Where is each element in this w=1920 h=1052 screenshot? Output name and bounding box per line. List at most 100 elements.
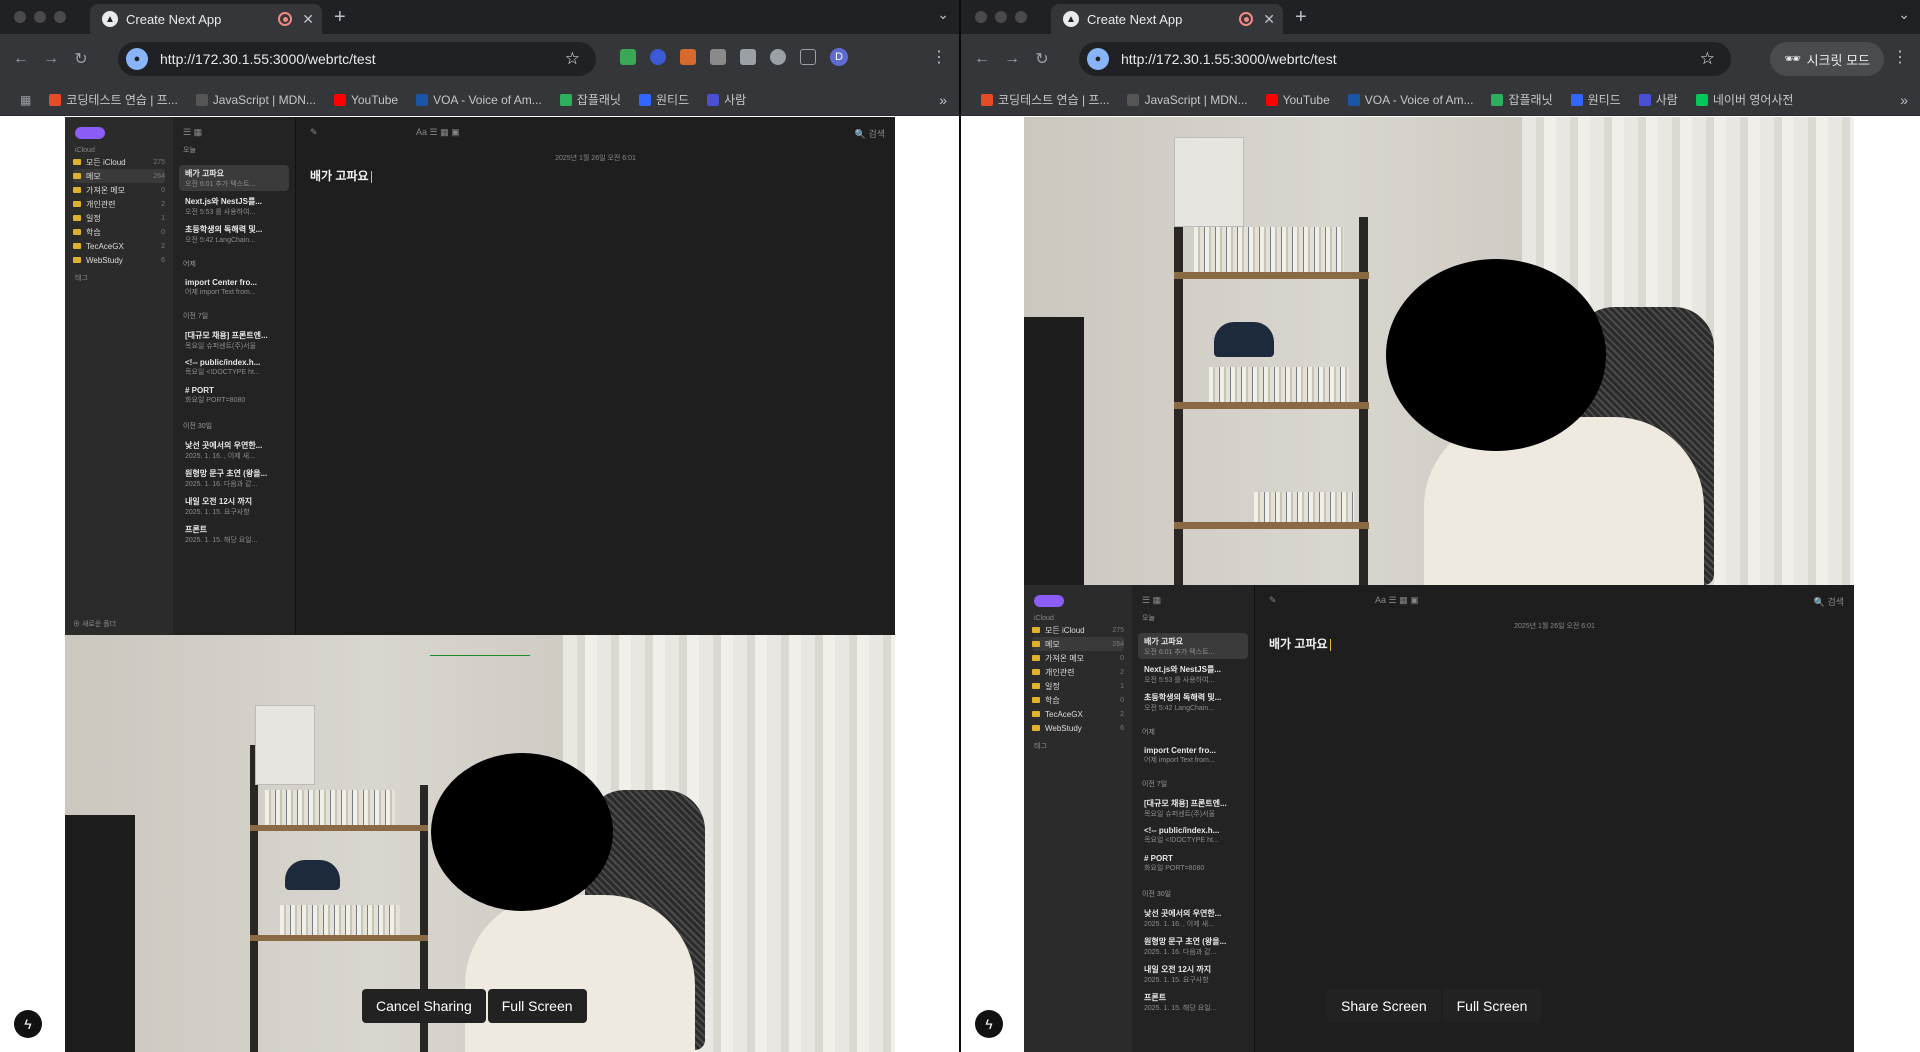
bookmark-item[interactable]: 코딩테스트 연습 | 프... — [49, 91, 178, 108]
notes-section-header: 어제 — [1142, 729, 1155, 736]
search-icon: 🔍 검색 — [1813, 597, 1844, 607]
bookmark-item[interactable]: YouTube — [333, 93, 398, 107]
apps-grid-icon[interactable]: ▦ — [20, 93, 31, 107]
incognito-label: 시크릿 모드 — [1806, 52, 1870, 68]
note-item-snippet: 오전 6:01 추가 텍스트... — [1144, 649, 1215, 656]
bookmark-item[interactable]: VOA - Voice of Am... — [416, 93, 542, 107]
extension-icon[interactable] — [710, 49, 726, 65]
full-screen-button[interactable]: Full Screen — [487, 989, 587, 1023]
profile-avatar[interactable]: D — [830, 48, 848, 66]
note-editor: ✎ Aa ☰ ▦ ▣ 🔍 검색 2025년 1월 26일 오전 6:01 배가 … — [1255, 585, 1854, 1052]
puzzle-icon[interactable] — [800, 49, 816, 65]
bookmark-item[interactable]: JavaScript | MDN... — [195, 92, 316, 107]
note-item-title: 배가 고파요 — [185, 169, 225, 178]
bookmark-item[interactable]: 원티드 — [1570, 91, 1621, 108]
bookmark-item[interactable]: 원티드 — [638, 91, 690, 108]
extension-icon[interactable] — [620, 49, 636, 65]
address-bar[interactable]: ● http://172.30.1.55:3000/webrtc/test ☆ — [1079, 42, 1731, 76]
folder-count: 0 — [1120, 654, 1124, 662]
folder-icon — [1032, 669, 1040, 675]
menu-icon[interactable]: ⋮ — [931, 47, 947, 67]
extension-icon[interactable] — [650, 49, 666, 65]
back-icon[interactable]: ← — [967, 50, 997, 68]
bookmark-item[interactable]: 네이버 영어사전 — [1695, 91, 1794, 108]
note-item-snippet: 오전 5:42 LangChain... — [1144, 705, 1215, 712]
tab-strip: ▲ Create Next App ✕ + ⌄ — [0, 0, 959, 34]
window-controls[interactable] — [14, 11, 66, 23]
forward-icon[interactable]: → — [36, 50, 66, 68]
note-item-title: 프론트 — [1144, 993, 1167, 1002]
folder-item: 가져온 메모 0 — [1032, 651, 1124, 665]
more-bookmarks-icon[interactable]: » — [939, 92, 947, 108]
bookmark-item[interactable]: 코딩테스트 연습 | 프... — [981, 91, 1109, 108]
icloud-header: iCloud — [1034, 615, 1054, 622]
note-item-snippet: 오전 5:42 LangChain... — [185, 237, 256, 244]
camera-icon[interactable]: ● — [1087, 48, 1109, 70]
folder-name: 일정 — [86, 213, 101, 223]
folder-count: 6 — [1120, 724, 1124, 732]
note-item-title: 내일 오전 12시 까지 — [185, 497, 253, 506]
close-tab-icon[interactable]: ✕ — [302, 11, 314, 28]
folder-name: 가져온 메모 — [86, 185, 126, 195]
note-item-title: 낯선 곳에서의 우연한... — [185, 441, 263, 450]
close-tab-icon[interactable]: ✕ — [1263, 11, 1275, 28]
extension-icon[interactable] — [680, 49, 696, 65]
bookmark-item[interactable]: JavaScript | MDN... — [1127, 93, 1248, 107]
menu-icon[interactable]: ⋮ — [1892, 47, 1908, 67]
notes-section-header: 오늘 — [183, 147, 196, 154]
bookmark-item[interactable]: YouTube — [1265, 93, 1330, 107]
bookmark-label: 원티드 — [655, 93, 690, 107]
new-tab-button[interactable]: + — [1295, 6, 1307, 29]
browser-window-left: ▲ Create Next App ✕ + ⌄ ← → ↻ ● http://1… — [0, 0, 959, 1052]
folder-item: TecAceGX 2 — [73, 239, 165, 253]
notes-section-header: 이전 30일 — [183, 423, 213, 430]
folder-icon — [73, 243, 81, 249]
vue-devtools-icon[interactable] — [740, 49, 756, 65]
bookmark-star-icon[interactable]: ☆ — [565, 49, 580, 69]
note-item-title: <!-- public/index.h... — [1144, 826, 1220, 835]
browser-tab[interactable]: ▲ Create Next App ✕ — [90, 4, 322, 34]
folder-name: 학습 — [86, 227, 101, 237]
note-list-item: # PORT 화요일 PORT=8080 — [1138, 851, 1248, 877]
face-redaction — [431, 753, 613, 911]
full-screen-button[interactable]: Full Screen — [1442, 989, 1542, 1023]
new-tab-button[interactable]: + — [334, 6, 346, 29]
camera-icon[interactable]: ● — [126, 48, 148, 70]
tab-search-button[interactable]: ⌄ — [937, 6, 949, 23]
notes-section-header: 이전 30일 — [1142, 891, 1172, 898]
bookmark-favicon-icon — [1127, 93, 1140, 106]
bookmark-item[interactable]: 사람 — [707, 91, 746, 108]
bookmark-favicon-icon — [1491, 93, 1504, 106]
url-text: http://172.30.1.55:3000/webrtc/test — [1121, 51, 1337, 67]
lightning-icon[interactable]: ϟ — [14, 1010, 42, 1038]
note-item-snippet: 화요일 PORT=8080 — [185, 397, 246, 404]
bookmark-item[interactable]: 잡플래닛 — [559, 91, 621, 108]
bookmark-label: JavaScript | MDN... — [212, 92, 316, 107]
lightning-icon[interactable]: ϟ — [975, 1010, 1003, 1038]
incognito-indicator[interactable]: 🕶 시크릿 모드 — [1770, 42, 1884, 76]
folder-icon — [1032, 697, 1040, 703]
window-controls[interactable] — [975, 11, 1027, 23]
reload-icon[interactable]: ↻ — [66, 49, 96, 69]
bookmark-item[interactable]: 사람 — [1638, 91, 1678, 108]
bookmark-label: 네이버 영어사전 — [1712, 93, 1794, 107]
browser-tab[interactable]: ▲ Create Next App ✕ — [1051, 4, 1283, 34]
folder-count: 6 — [161, 256, 165, 264]
extension-icon[interactable] — [770, 49, 786, 65]
bookmark-favicon-icon — [1695, 93, 1708, 106]
bookmark-item[interactable]: VOA - Voice of Am... — [1347, 93, 1473, 107]
compose-icon: ✎ — [1269, 595, 1277, 605]
cancel-sharing-button[interactable]: Cancel Sharing — [362, 989, 486, 1023]
reload-icon[interactable]: ↻ — [1027, 49, 1057, 69]
bookmark-item[interactable]: 잡플래닛 — [1491, 91, 1553, 108]
share-screen-button[interactable]: Share Screen — [1327, 989, 1441, 1023]
address-bar[interactable]: ● http://172.30.1.55:3000/webrtc/test ☆ — [118, 42, 596, 76]
more-bookmarks-icon[interactable]: » — [1900, 92, 1908, 108]
control-bar: Cancel Sharing Full Screen — [362, 989, 587, 1023]
forward-icon[interactable]: → — [997, 50, 1027, 68]
back-icon[interactable]: ← — [6, 50, 36, 68]
bookmark-label: 코딩테스트 연습 | 프... — [998, 93, 1110, 107]
folder-count: 2 — [161, 242, 165, 250]
tab-search-button[interactable]: ⌄ — [1898, 6, 1910, 23]
bookmark-star-icon[interactable]: ☆ — [1700, 49, 1715, 69]
